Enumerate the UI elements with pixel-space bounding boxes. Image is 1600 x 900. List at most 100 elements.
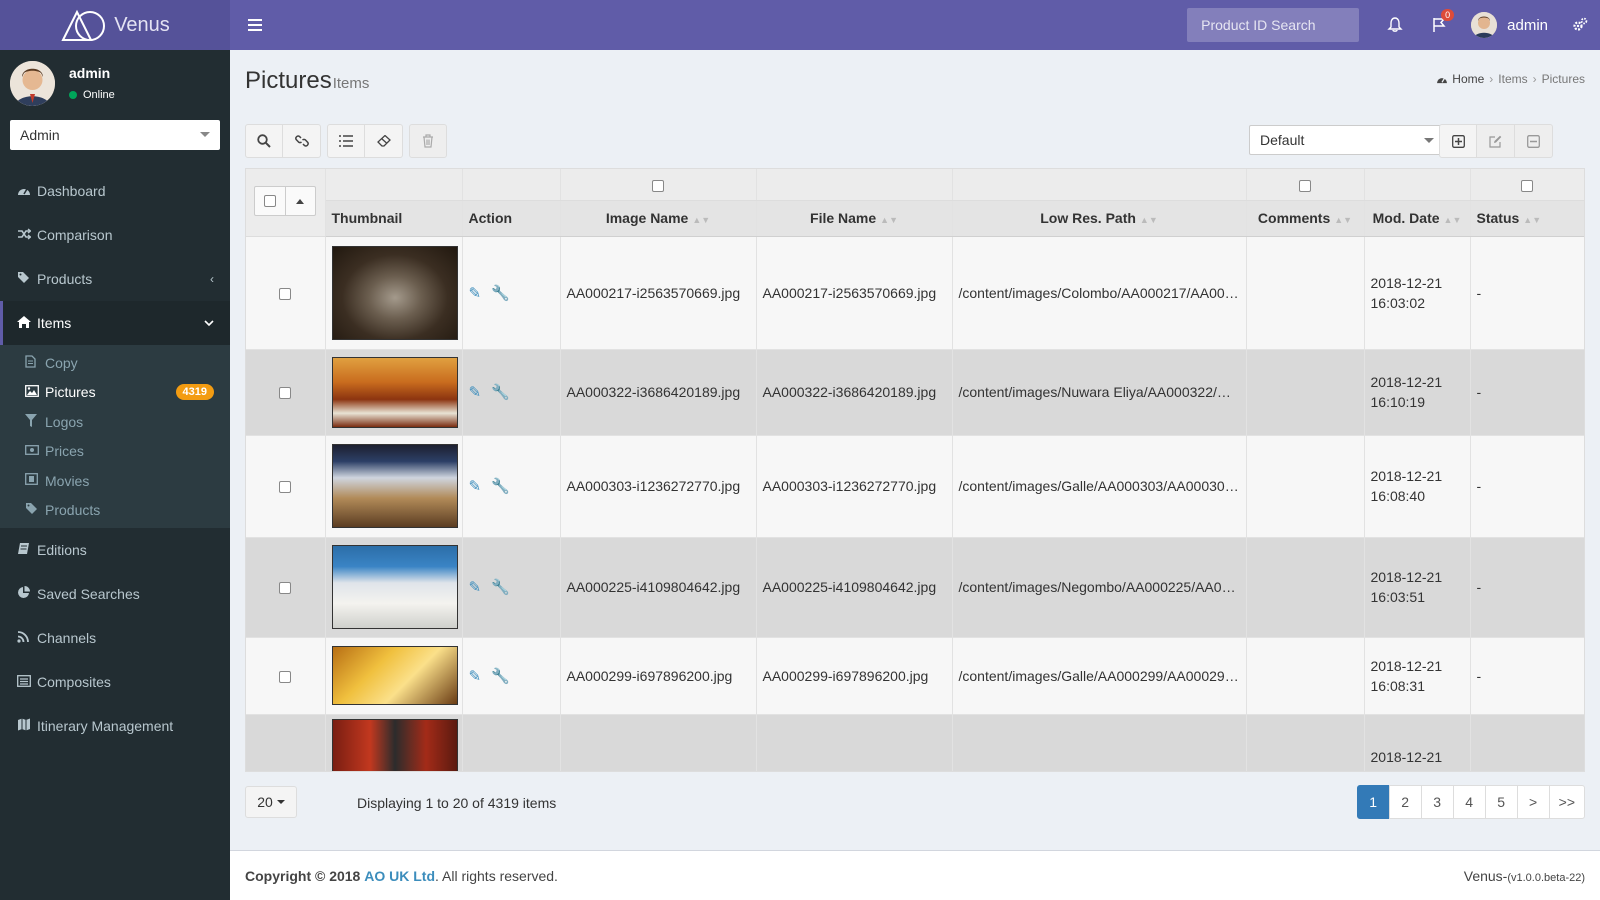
- sidebar-item-composites[interactable]: Composites: [0, 660, 230, 704]
- select-all-control[interactable]: [254, 186, 316, 216]
- column-header-action[interactable]: Action: [462, 200, 561, 237]
- row-checkbox[interactable]: [279, 287, 292, 300]
- wrench-icon[interactable]: 🔧: [491, 478, 510, 495]
- sidebar-item-itinerary-management[interactable]: Itinerary Management: [0, 704, 230, 748]
- sidebar-item-comparison[interactable]: Comparison: [0, 213, 230, 257]
- sort-icon: ▲▼: [1523, 215, 1542, 225]
- sidebar-subitem-movies[interactable]: Movies: [0, 466, 230, 496]
- sidebar-item-items[interactable]: Items: [0, 301, 230, 345]
- link-button[interactable]: [283, 124, 321, 158]
- thumbnail-image[interactable]: [331, 545, 458, 629]
- sidebar-item-channels[interactable]: Channels: [0, 616, 230, 660]
- wrench-icon[interactable]: 🔧: [491, 668, 510, 685]
- thumbnail-image[interactable]: [331, 356, 458, 428]
- trash-icon: [423, 134, 433, 148]
- sidebar-subitem-pictures[interactable]: Pictures 4319: [0, 378, 230, 408]
- column-header-low-res-path[interactable]: Low Res. Path ▲▼: [952, 200, 1247, 237]
- page-size-dropdown[interactable]: 20: [245, 786, 297, 818]
- table-row[interactable]: ✎ 🔧 AA000217-i2563570669.jpg AA000217-i25…: [246, 236, 1584, 350]
- wrench-icon[interactable]: 🔧: [491, 579, 510, 596]
- column-header-comments[interactable]: Comments ▲▼: [1246, 200, 1365, 237]
- column-header-status[interactable]: Status ▲▼: [1470, 200, 1584, 237]
- sort-icon: ▲▼: [1139, 215, 1158, 225]
- pie-chart-icon: [17, 586, 37, 602]
- row-checkbox[interactable]: [279, 481, 292, 494]
- table-row[interactable]: ✎ 🔧 AA000322-i3686420189.jpg AA000322-i36…: [246, 349, 1584, 436]
- column-header-mod-date[interactable]: Mod. Date ▲▼: [1364, 200, 1471, 237]
- add-button[interactable]: [1439, 124, 1477, 158]
- page-button-5[interactable]: 5: [1484, 785, 1518, 819]
- thumbnail-image[interactable]: [331, 444, 458, 528]
- list-alt-icon: [17, 674, 37, 690]
- edit-icon[interactable]: ✎: [469, 384, 482, 401]
- edit-icon[interactable]: ✎: [469, 478, 482, 495]
- edit-icon[interactable]: ✎: [469, 579, 482, 596]
- eraser-button[interactable]: [365, 124, 403, 158]
- sort-icon: ▲▼: [880, 215, 898, 225]
- next-page-button[interactable]: >: [1516, 785, 1550, 819]
- wrench-icon[interactable]: 🔧: [491, 285, 510, 302]
- sidebar-item-products[interactable]: Products ‹: [0, 257, 230, 301]
- table-row[interactable]: ✎ 🔧 AA000299-i697896200.jpg AA000299-i697…: [246, 637, 1584, 715]
- table-row[interactable]: ✎ 🔧 AA000303-i1236272770.jpg AA000303-i12…: [246, 435, 1584, 538]
- comments-filter-checkbox[interactable]: [1299, 179, 1311, 192]
- sidebar-subitem-logos[interactable]: Logos: [0, 407, 230, 437]
- thumbnail-image[interactable]: [331, 718, 458, 771]
- role-select[interactable]: Admin: [10, 120, 220, 150]
- page-button-3[interactable]: 3: [1420, 785, 1454, 819]
- edit-icon[interactable]: ✎: [469, 285, 482, 302]
- delete-button[interactable]: [409, 124, 447, 158]
- table-row[interactable]: 2018-12-21: [246, 714, 1584, 771]
- sidebar-item-dashboard[interactable]: Dashboard: [0, 169, 230, 213]
- edit-button[interactable]: [1477, 124, 1515, 158]
- select-menu-button[interactable]: [284, 187, 315, 215]
- row-checkbox[interactable]: [279, 582, 292, 595]
- settings-button[interactable]: [1560, 0, 1600, 50]
- path-cell: /content/images/Nuwara Eliya/AA000322/AA…: [952, 349, 1247, 436]
- logo[interactable]: Venus: [0, 0, 230, 50]
- row-checkbox[interactable]: [279, 387, 292, 400]
- sidebar-item-label: Saved Searches: [37, 586, 140, 602]
- edit-icon[interactable]: ✎: [469, 668, 482, 685]
- sidebar-subitem-products[interactable]: Products: [0, 496, 230, 526]
- breadcrumb-items[interactable]: Items: [1498, 72, 1527, 86]
- sidebar-toggle-button[interactable]: [230, 0, 280, 50]
- status-filter-checkbox[interactable]: [1521, 179, 1533, 192]
- sidebar-subitem-copy[interactable]: Copy: [0, 348, 230, 378]
- column-header-file-name[interactable]: File Name ▲▼: [756, 200, 953, 237]
- wrench-icon[interactable]: 🔧: [491, 384, 510, 401]
- page-button-1[interactable]: 1: [1356, 785, 1390, 819]
- thumbnail-image[interactable]: [331, 245, 458, 340]
- sidebar-item-label: Composites: [37, 674, 111, 690]
- select-all-checkbox[interactable]: [263, 195, 276, 207]
- sidebar-item-editions[interactable]: Editions: [0, 528, 230, 572]
- sidebar-subitem-prices[interactable]: Prices: [0, 437, 230, 467]
- image-name-filter-checkbox[interactable]: [652, 179, 664, 192]
- items-submenu: Copy Pictures 4319 Logos Prices Movies P…: [0, 345, 230, 528]
- column-header-image-name[interactable]: Image Name ▲▼: [560, 200, 757, 237]
- view-preset-select[interactable]: Default: [1249, 125, 1445, 155]
- flags-button[interactable]: 0: [1417, 0, 1461, 50]
- status-cell: -: [1470, 537, 1584, 638]
- product-id-search-input[interactable]: [1187, 8, 1360, 42]
- column-header-thumbnail[interactable]: Thumbnail: [325, 200, 463, 237]
- thumbnail-image[interactable]: [331, 646, 458, 705]
- page-button-2[interactable]: 2: [1388, 785, 1422, 819]
- list-view-button[interactable]: [327, 124, 365, 158]
- company-link[interactable]: AO UK Ltd: [364, 868, 435, 884]
- user-menu[interactable]: admin: [1461, 0, 1560, 50]
- breadcrumb: Home › Items › Pictures: [1436, 72, 1585, 86]
- row-checkbox[interactable]: [279, 670, 292, 683]
- breadcrumb-home[interactable]: Home: [1452, 72, 1484, 86]
- page-button-4[interactable]: 4: [1452, 785, 1486, 819]
- remove-button[interactable]: [1515, 124, 1553, 158]
- status-text: Online: [83, 89, 115, 101]
- footer: Copyright © 2018 AO UK Ltd. All rights r…: [230, 850, 1600, 900]
- image-name-cell: [560, 714, 757, 771]
- search-button[interactable]: [245, 124, 283, 158]
- notifications-button[interactable]: [1373, 0, 1417, 50]
- last-page-button[interactable]: >>: [1548, 785, 1585, 819]
- sidebar-item-saved-searches[interactable]: Saved Searches: [0, 572, 230, 616]
- view-preset-value: Default: [1260, 132, 1305, 148]
- table-row[interactable]: ✎ 🔧 AA000225-i4109804642.jpg AA000225-i41…: [246, 537, 1584, 638]
